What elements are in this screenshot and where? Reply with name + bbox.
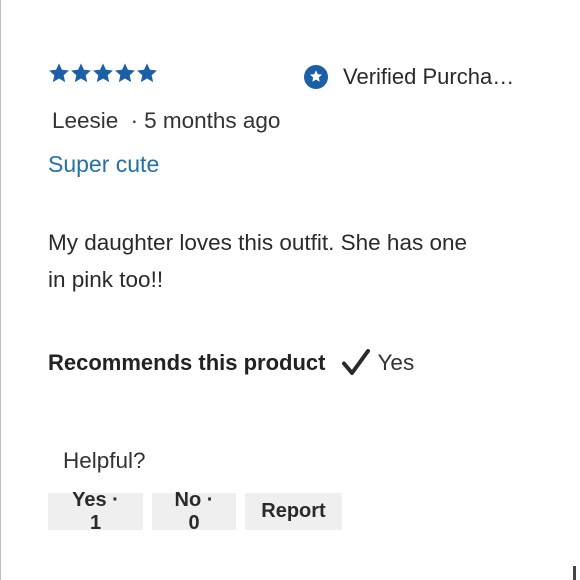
- recommend-value: Yes: [377, 350, 415, 375]
- helpful-yes-button[interactable]: Yes · 1: [48, 489, 143, 534]
- star-icon: [93, 63, 113, 83]
- review-time: 5 months ago: [144, 108, 281, 133]
- review-card: Verified Purcha… Leesie · 5 months ago Su…: [0, 0, 580, 580]
- review-body: My daughter loves this outfit. She has o…: [48, 230, 467, 292]
- verified-badge-icon: [304, 65, 328, 89]
- star-rating: [48, 62, 158, 84]
- star-icon: [71, 63, 91, 83]
- review-title: Super cute: [48, 151, 160, 177]
- report-button[interactable]: Report: [245, 493, 342, 530]
- recommendation: Recommends this product Yes: [48, 348, 414, 378]
- review-meta: Leesie · 5 months ago: [52, 108, 280, 134]
- meta-separator: ·: [130, 108, 139, 133]
- helpful-actions: Yes · 1 No · 0 Report: [48, 489, 342, 534]
- verified-purchase: Verified Purcha…: [303, 64, 514, 90]
- author-name: Leesie: [52, 108, 119, 133]
- scrollbar-thumb[interactable]: [573, 566, 576, 580]
- recommend-label: Recommends this product: [48, 350, 326, 375]
- helpful-label: Helpful?: [63, 448, 146, 473]
- checkmark-icon: [342, 349, 371, 375]
- star-icon: [137, 63, 157, 83]
- star-icon: [115, 63, 135, 83]
- helpful-no-button[interactable]: No · 0: [152, 489, 236, 534]
- verified-label: Verified Purcha…: [343, 64, 515, 89]
- star-icon: [49, 63, 69, 83]
